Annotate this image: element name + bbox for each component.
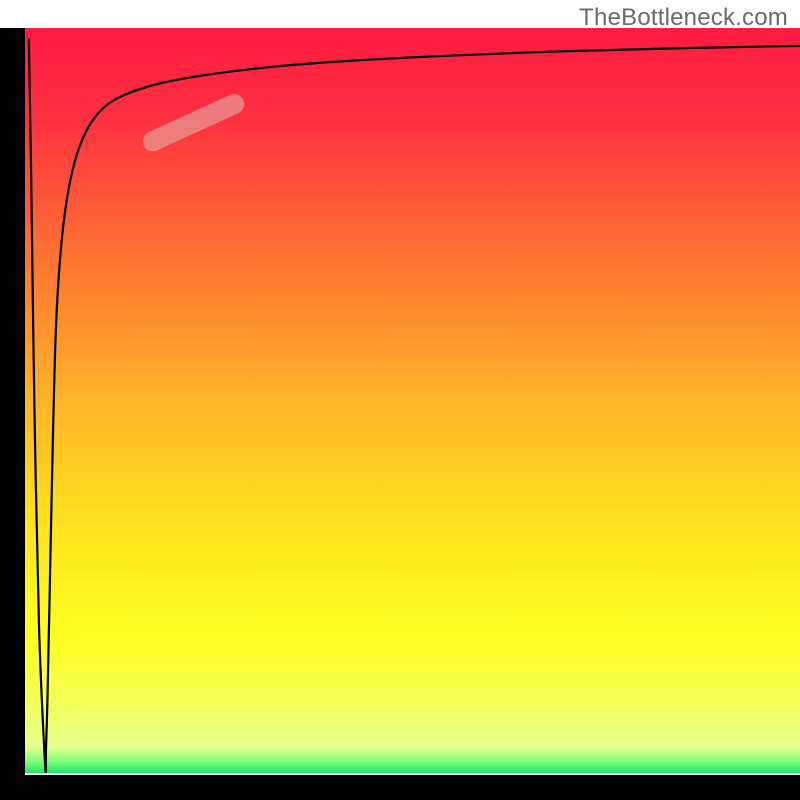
plot-background xyxy=(25,28,800,773)
chart-svg xyxy=(0,0,800,800)
chart-container: { "watermark": "TheBottleneck.com", "cha… xyxy=(0,0,800,800)
site-watermark: TheBottleneck.com xyxy=(579,4,788,32)
